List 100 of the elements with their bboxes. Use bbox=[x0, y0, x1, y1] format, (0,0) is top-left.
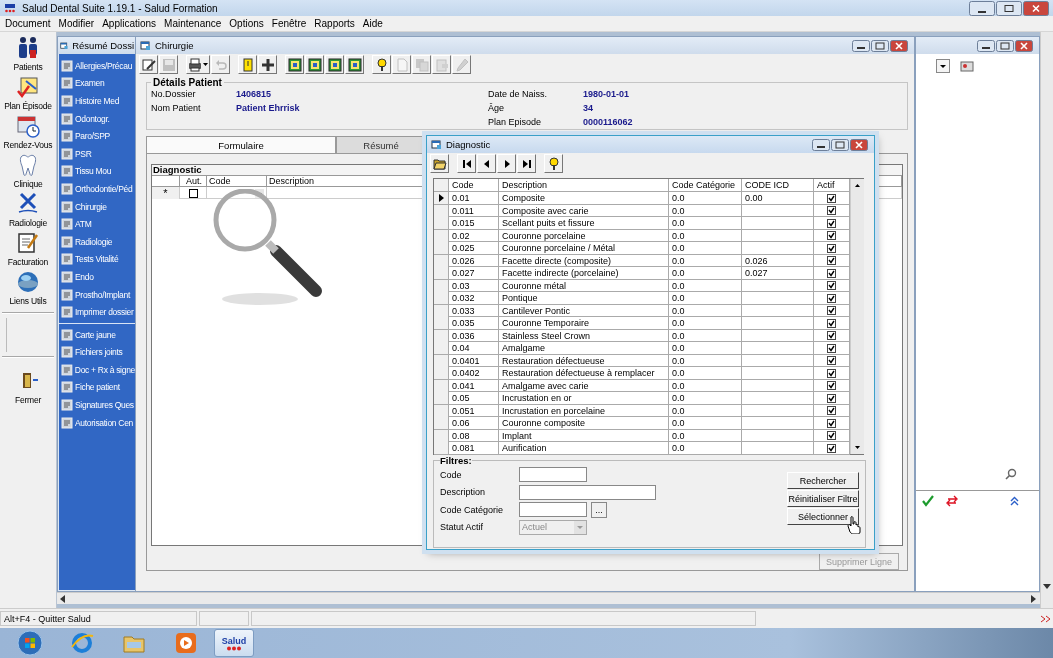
dropdown-icon[interactable] bbox=[936, 58, 950, 73]
checkbox[interactable] bbox=[827, 406, 836, 415]
summary-link[interactable]: Allergies/Précau bbox=[75, 60, 133, 71]
checkbox[interactable] bbox=[827, 306, 836, 315]
nav-label[interactable]: Clinique bbox=[13, 179, 43, 189]
close-button[interactable] bbox=[850, 138, 868, 151]
minimize-button[interactable] bbox=[969, 0, 995, 16]
summary-link[interactable]: Imprimer dossier bbox=[75, 307, 134, 318]
checkbox[interactable] bbox=[827, 231, 836, 240]
menu-item[interactable]: Applications bbox=[98, 18, 161, 29]
summary-link[interactable]: Doc + Rx à signe bbox=[74, 364, 135, 375]
summary-link[interactable]: Autorisation Cen bbox=[75, 417, 134, 428]
globe-icon[interactable] bbox=[16, 270, 40, 294]
checkbox[interactable] bbox=[827, 356, 836, 365]
summary-link[interactable]: Paro/SPP bbox=[75, 131, 110, 142]
nav-label[interactable]: Liens Utils bbox=[9, 296, 47, 306]
toolbar-button[interactable] bbox=[258, 55, 277, 74]
vertical-scrollbar[interactable] bbox=[1040, 32, 1053, 608]
tab[interactable]: Formulaire bbox=[146, 136, 336, 153]
checkbox[interactable] bbox=[827, 256, 836, 265]
toolbar-button[interactable] bbox=[430, 154, 449, 173]
clipboard-icon[interactable] bbox=[16, 75, 40, 99]
description-field[interactable] bbox=[519, 484, 656, 500]
checkbox[interactable] bbox=[827, 318, 836, 328]
summary-link[interactable]: Histoire Med bbox=[75, 96, 120, 106]
summary-link[interactable]: Fiche patient bbox=[75, 382, 120, 393]
double-up-icon[interactable] bbox=[1010, 496, 1019, 506]
checkbox[interactable] bbox=[188, 188, 198, 198]
toolbar-button[interactable] bbox=[544, 154, 563, 173]
minimize-button[interactable] bbox=[977, 39, 995, 52]
dialog-button[interactable]: Réinitialiser Filtre bbox=[787, 490, 859, 507]
close-button[interactable] bbox=[890, 39, 908, 52]
scroll-left-icon[interactable] bbox=[60, 594, 66, 603]
checkbox[interactable] bbox=[827, 368, 836, 378]
summary-link[interactable]: Tissu Mou bbox=[75, 166, 112, 177]
scroll-down-icon[interactable] bbox=[1043, 584, 1051, 590]
checkbox[interactable] bbox=[827, 268, 836, 278]
toolbar-button[interactable] bbox=[372, 55, 391, 74]
close-button[interactable] bbox=[1015, 39, 1033, 52]
xray-icon[interactable] bbox=[16, 192, 40, 216]
menu-item[interactable]: Document bbox=[1, 18, 55, 29]
browse-button[interactable]: ... bbox=[591, 501, 607, 518]
toolbar-button[interactable] bbox=[477, 154, 496, 173]
checkbox[interactable] bbox=[827, 418, 836, 428]
restore-button[interactable] bbox=[996, 0, 1022, 16]
summary-link[interactable]: PSR bbox=[75, 148, 92, 159]
checkbox[interactable] bbox=[827, 443, 836, 453]
menu-item[interactable]: Maintenance bbox=[160, 18, 226, 29]
checkbox[interactable] bbox=[827, 393, 836, 403]
toolbar-button[interactable] bbox=[305, 55, 324, 74]
nav-label[interactable]: Fermer bbox=[14, 395, 42, 405]
checkbox[interactable] bbox=[827, 331, 836, 340]
scroll-right-icon[interactable] bbox=[1031, 594, 1037, 603]
people-icon[interactable] bbox=[16, 36, 40, 60]
person-card-icon[interactable] bbox=[960, 58, 974, 73]
checkbox[interactable] bbox=[827, 293, 836, 303]
checkbox[interactable] bbox=[827, 431, 836, 440]
nav-label[interactable]: Rendez-Vous bbox=[3, 140, 53, 150]
category-field[interactable] bbox=[519, 502, 587, 518]
summary-link[interactable]: Orthodontie/Péd bbox=[75, 183, 133, 194]
menu-item[interactable]: Fenêtre bbox=[267, 18, 311, 29]
taskbar-button[interactable]: Salud bbox=[214, 629, 254, 657]
scrollbar[interactable] bbox=[850, 179, 864, 454]
toolbar-button[interactable] bbox=[345, 55, 364, 74]
menu-item[interactable]: Modifier bbox=[54, 18, 99, 29]
toolbar-button[interactable] bbox=[285, 55, 304, 74]
checkbox[interactable] bbox=[827, 243, 836, 253]
summary-link[interactable]: Examen bbox=[75, 78, 105, 89]
summary-link[interactable]: Tests Vitalité bbox=[75, 254, 119, 265]
dialog-button[interactable]: Rechercher bbox=[787, 472, 859, 489]
checkbox[interactable] bbox=[827, 381, 836, 390]
checkmark-icon[interactable] bbox=[922, 495, 934, 507]
row-selector[interactable] bbox=[434, 192, 449, 204]
checkbox[interactable] bbox=[827, 281, 836, 290]
minimize-button[interactable] bbox=[812, 138, 830, 151]
nav-label[interactable]: Patients bbox=[13, 62, 43, 72]
summary-link[interactable]: Fichiers joints bbox=[75, 347, 123, 358]
summary-link[interactable]: Signatures Ques bbox=[75, 400, 134, 411]
summary-link[interactable]: Radiologie bbox=[75, 236, 113, 247]
menu-item[interactable]: Options bbox=[225, 18, 268, 29]
toolbar-button[interactable] bbox=[497, 154, 516, 173]
swap-arrows-icon[interactable] bbox=[946, 495, 958, 507]
summary-link[interactable]: Prostho/Implant bbox=[75, 289, 131, 300]
checkbox[interactable] bbox=[827, 218, 836, 228]
summary-link[interactable]: Odontogr. bbox=[75, 113, 110, 124]
summary-link[interactable]: Chirurgie bbox=[75, 201, 107, 212]
code-field[interactable] bbox=[519, 467, 587, 483]
toolbar-button[interactable] bbox=[517, 154, 536, 173]
notepad-icon[interactable] bbox=[16, 231, 40, 255]
summary-link[interactable]: Carte jaune bbox=[75, 329, 116, 340]
toolbar-button[interactable] bbox=[139, 55, 158, 74]
menu-item[interactable]: Aide bbox=[358, 18, 387, 29]
toolbar-button[interactable] bbox=[325, 55, 344, 74]
nav-label[interactable]: Plan Épisode bbox=[4, 101, 52, 111]
checkbox[interactable] bbox=[827, 206, 836, 215]
horizontal-scrollbar[interactable] bbox=[57, 592, 1040, 604]
minimize-button[interactable] bbox=[852, 39, 870, 52]
menu-item[interactable]: Rapports bbox=[310, 18, 359, 29]
summary-link[interactable]: Endo bbox=[75, 271, 94, 282]
checkbox[interactable] bbox=[827, 343, 836, 353]
